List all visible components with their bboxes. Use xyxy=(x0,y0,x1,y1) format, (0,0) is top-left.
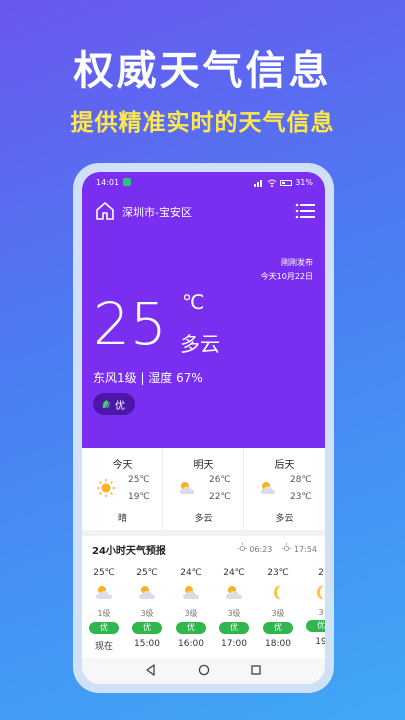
partly-cloudy-icon xyxy=(261,482,275,494)
hour-wind-level: 3级 xyxy=(227,609,241,618)
sun-times: 06:23 17:54 xyxy=(237,543,317,554)
hour-aqi-badge: 优 xyxy=(132,622,162,634)
leaf-icon xyxy=(102,400,110,409)
status-bar: 14:01 31% xyxy=(82,176,325,192)
hour-item: 24℃ 3级 优 16:00 xyxy=(171,562,211,649)
wind-humidity: 东风1级 | 湿度 67% xyxy=(93,371,203,385)
moon-icon xyxy=(317,585,324,600)
wifi-icon xyxy=(267,179,277,187)
day-name: 后天 xyxy=(274,460,295,471)
day-name: 明天 xyxy=(193,460,214,471)
daily-forecast: 今天 25℃ 19℃ 晴 明天 26℃ 22℃ 多云 后天 28℃ 23℃ 多云 xyxy=(82,448,325,530)
publish-info: 刚刚发布 今天10月22日 xyxy=(261,256,313,284)
sunrise-icon xyxy=(237,543,247,552)
hour-item: 25℃ 1级 优 现在 xyxy=(84,562,124,652)
hour-item: 23℃ 3级 优 18:00 xyxy=(258,562,298,649)
home-icon[interactable] xyxy=(94,200,116,222)
day-desc: 晴 xyxy=(117,514,127,524)
status-indicators: 31% xyxy=(254,178,313,187)
menu-icon[interactable] xyxy=(295,202,315,220)
day-card-today[interactable]: 今天 25℃ 19℃ 晴 xyxy=(82,448,163,530)
hour-time: 16:00 xyxy=(178,639,204,649)
hour-item: 25℃ 3级 优 15:00 xyxy=(127,562,167,649)
day-name: 今天 xyxy=(112,460,133,471)
hour-item: 24℃ 3级 优 17:00 xyxy=(214,562,254,649)
aqi-label: 优 xyxy=(115,400,125,412)
publish-status: 刚刚发布 xyxy=(281,258,313,267)
day-low: 23℃ xyxy=(290,492,312,502)
app-notification-icon xyxy=(123,178,131,186)
hour-time: 现在 xyxy=(94,642,113,652)
hour-time: 18:00 xyxy=(265,639,291,649)
sunset-icon xyxy=(282,543,292,552)
phone-frame: 14:01 31% 深圳市-宝安区 刚刚发布 今天10月22日 25 ℃ 多云 … xyxy=(73,163,334,693)
recent-apps-icon[interactable] xyxy=(250,664,262,676)
hour-temp: 25℃ xyxy=(93,568,115,578)
back-icon[interactable] xyxy=(145,664,157,676)
battery-icon xyxy=(280,179,293,186)
hour-wind-level: 3级 xyxy=(184,609,198,618)
day-high: 26℃ xyxy=(209,475,231,485)
hour-wind-level: 1级 xyxy=(97,609,111,618)
day-low: 19℃ xyxy=(128,492,150,502)
hour-temp: 2 xyxy=(318,568,324,578)
system-nav-bar xyxy=(82,658,325,684)
hour-wind-level: 3级 xyxy=(140,609,154,618)
hourly-forecast-title: 24小时天气预报 xyxy=(92,546,166,557)
home-nav-icon[interactable] xyxy=(198,664,210,676)
hour-aqi-badge: 优 xyxy=(263,622,293,634)
location-label[interactable]: 深圳市-宝安区 xyxy=(122,204,192,220)
temperature-unit: ℃ xyxy=(182,290,205,314)
hour-item: 2 3 优 19 xyxy=(301,562,325,647)
current-weather-panel: 14:01 31% 深圳市-宝安区 刚刚发布 今天10月22日 25 ℃ 多云 … xyxy=(82,172,325,448)
sunset-time: 17:54 xyxy=(293,545,317,554)
hour-time: 15:00 xyxy=(134,639,160,649)
day-card-tomorrow[interactable]: 明天 26℃ 22℃ 多云 xyxy=(163,448,244,530)
hour-temp: 24℃ xyxy=(180,568,202,578)
partly-cloudy-icon xyxy=(183,586,199,599)
promo-title: 权威天气信息 xyxy=(73,48,332,94)
aqi-badge[interactable]: 优 xyxy=(93,393,135,415)
partly-cloudy-icon xyxy=(139,586,155,599)
promo-subtitle: 提供精准实时的天气信息 xyxy=(70,110,335,136)
hourly-forecast-list[interactable]: 25℃ 1级 优 现在 25℃ 3级 优 15:00 24℃ 3级 优 16:0… xyxy=(82,562,325,662)
current-temperature: 25 xyxy=(93,290,167,358)
hour-time: 17:00 xyxy=(221,639,247,649)
status-time: 14:01 xyxy=(96,178,120,187)
current-condition: 多云 xyxy=(180,332,220,356)
hour-wind-level: 3 xyxy=(318,608,324,617)
day-high: 28℃ xyxy=(290,475,312,485)
day-high: 25℃ xyxy=(128,475,150,485)
hour-wind-level: 3级 xyxy=(271,609,285,618)
hour-aqi-badge: 优 xyxy=(176,622,206,634)
signal-icon xyxy=(254,179,263,187)
section-divider xyxy=(82,530,325,536)
sunrise-time: 06:23 xyxy=(249,545,273,554)
day-low: 22℃ xyxy=(209,492,231,502)
battery-percent: 31% xyxy=(295,178,313,187)
hour-temp: 25℃ xyxy=(136,568,158,578)
hour-temp: 24℃ xyxy=(223,568,245,578)
day-desc: 多云 xyxy=(275,514,294,524)
sun-icon xyxy=(97,479,115,497)
day-desc: 多云 xyxy=(194,514,213,524)
hour-time: 19 xyxy=(315,637,325,647)
publish-date: 今天10月22日 xyxy=(260,272,313,281)
hour-aqi-badge: 优 xyxy=(219,622,249,634)
sunrise: 06:23 xyxy=(237,543,273,554)
hour-aqi-badge: 优 xyxy=(89,622,119,634)
sunset: 17:54 xyxy=(282,543,317,554)
partly-cloudy-icon xyxy=(96,586,112,599)
partly-cloudy-icon xyxy=(180,482,194,494)
partly-cloudy-icon xyxy=(226,586,242,599)
hour-aqi-badge: 优 xyxy=(306,620,325,632)
day-card-after-tomorrow[interactable]: 后天 28℃ 23℃ 多云 xyxy=(244,448,325,530)
moon-icon xyxy=(274,585,281,600)
phone-screen: 14:01 31% 深圳市-宝安区 刚刚发布 今天10月22日 25 ℃ 多云 … xyxy=(82,172,325,684)
top-bar: 深圳市-宝安区 xyxy=(94,200,315,222)
hour-temp: 23℃ xyxy=(267,568,289,578)
